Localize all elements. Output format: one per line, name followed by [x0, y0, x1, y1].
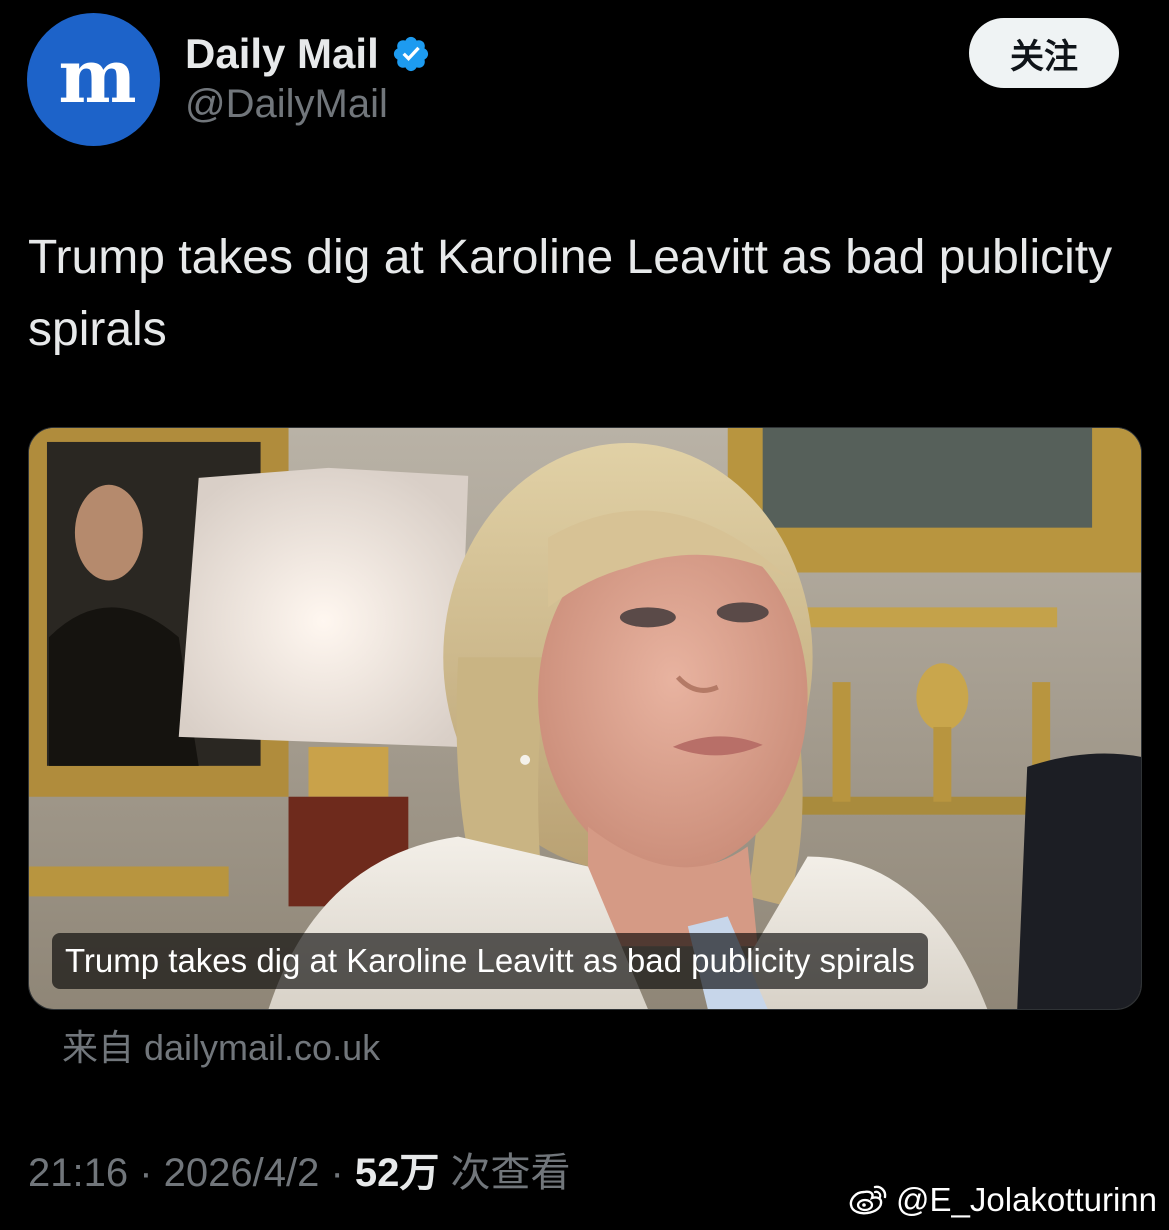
tweet-text: Trump takes dig at Karoline Leavitt as b… — [28, 231, 1113, 356]
watermark-handle: @E_Jolakotturinn — [896, 1181, 1157, 1218]
watermark: @E_Jolakotturinn — [848, 1180, 1157, 1220]
views-label: 次查看 — [439, 1151, 571, 1195]
card-caption: Trump takes dig at Karoline Leavitt as b… — [52, 933, 928, 989]
daily-mail-logo: m — [58, 33, 136, 120]
card-source-link[interactable]: 来自 dailymail.co.uk — [62, 1026, 380, 1070]
meta-separator: · — [128, 1151, 164, 1195]
views-count: 52万 — [354, 1151, 440, 1195]
display-name[interactable]: Daily Mail — [185, 33, 379, 75]
tweet-meta: 21:16 · 2026/4/2 · 52万 次查看 — [28, 1148, 571, 1198]
meta-separator: · — [319, 1151, 355, 1195]
tweet-time[interactable]: 21:16 — [28, 1151, 128, 1195]
avatar[interactable]: m — [27, 13, 160, 146]
link-card[interactable]: Trump takes dig at Karoline Leavitt as b… — [28, 427, 1142, 1010]
display-name-row[interactable]: Daily Mail — [185, 28, 431, 80]
verified-badge-icon — [393, 36, 428, 72]
weibo-icon — [849, 1185, 887, 1215]
follow-button[interactable]: 关注 — [969, 18, 1119, 88]
article-photo — [29, 428, 1141, 1009]
account-handle[interactable]: @DailyMail — [185, 84, 388, 124]
tweet-date[interactable]: 2026/4/2 — [164, 1151, 320, 1195]
